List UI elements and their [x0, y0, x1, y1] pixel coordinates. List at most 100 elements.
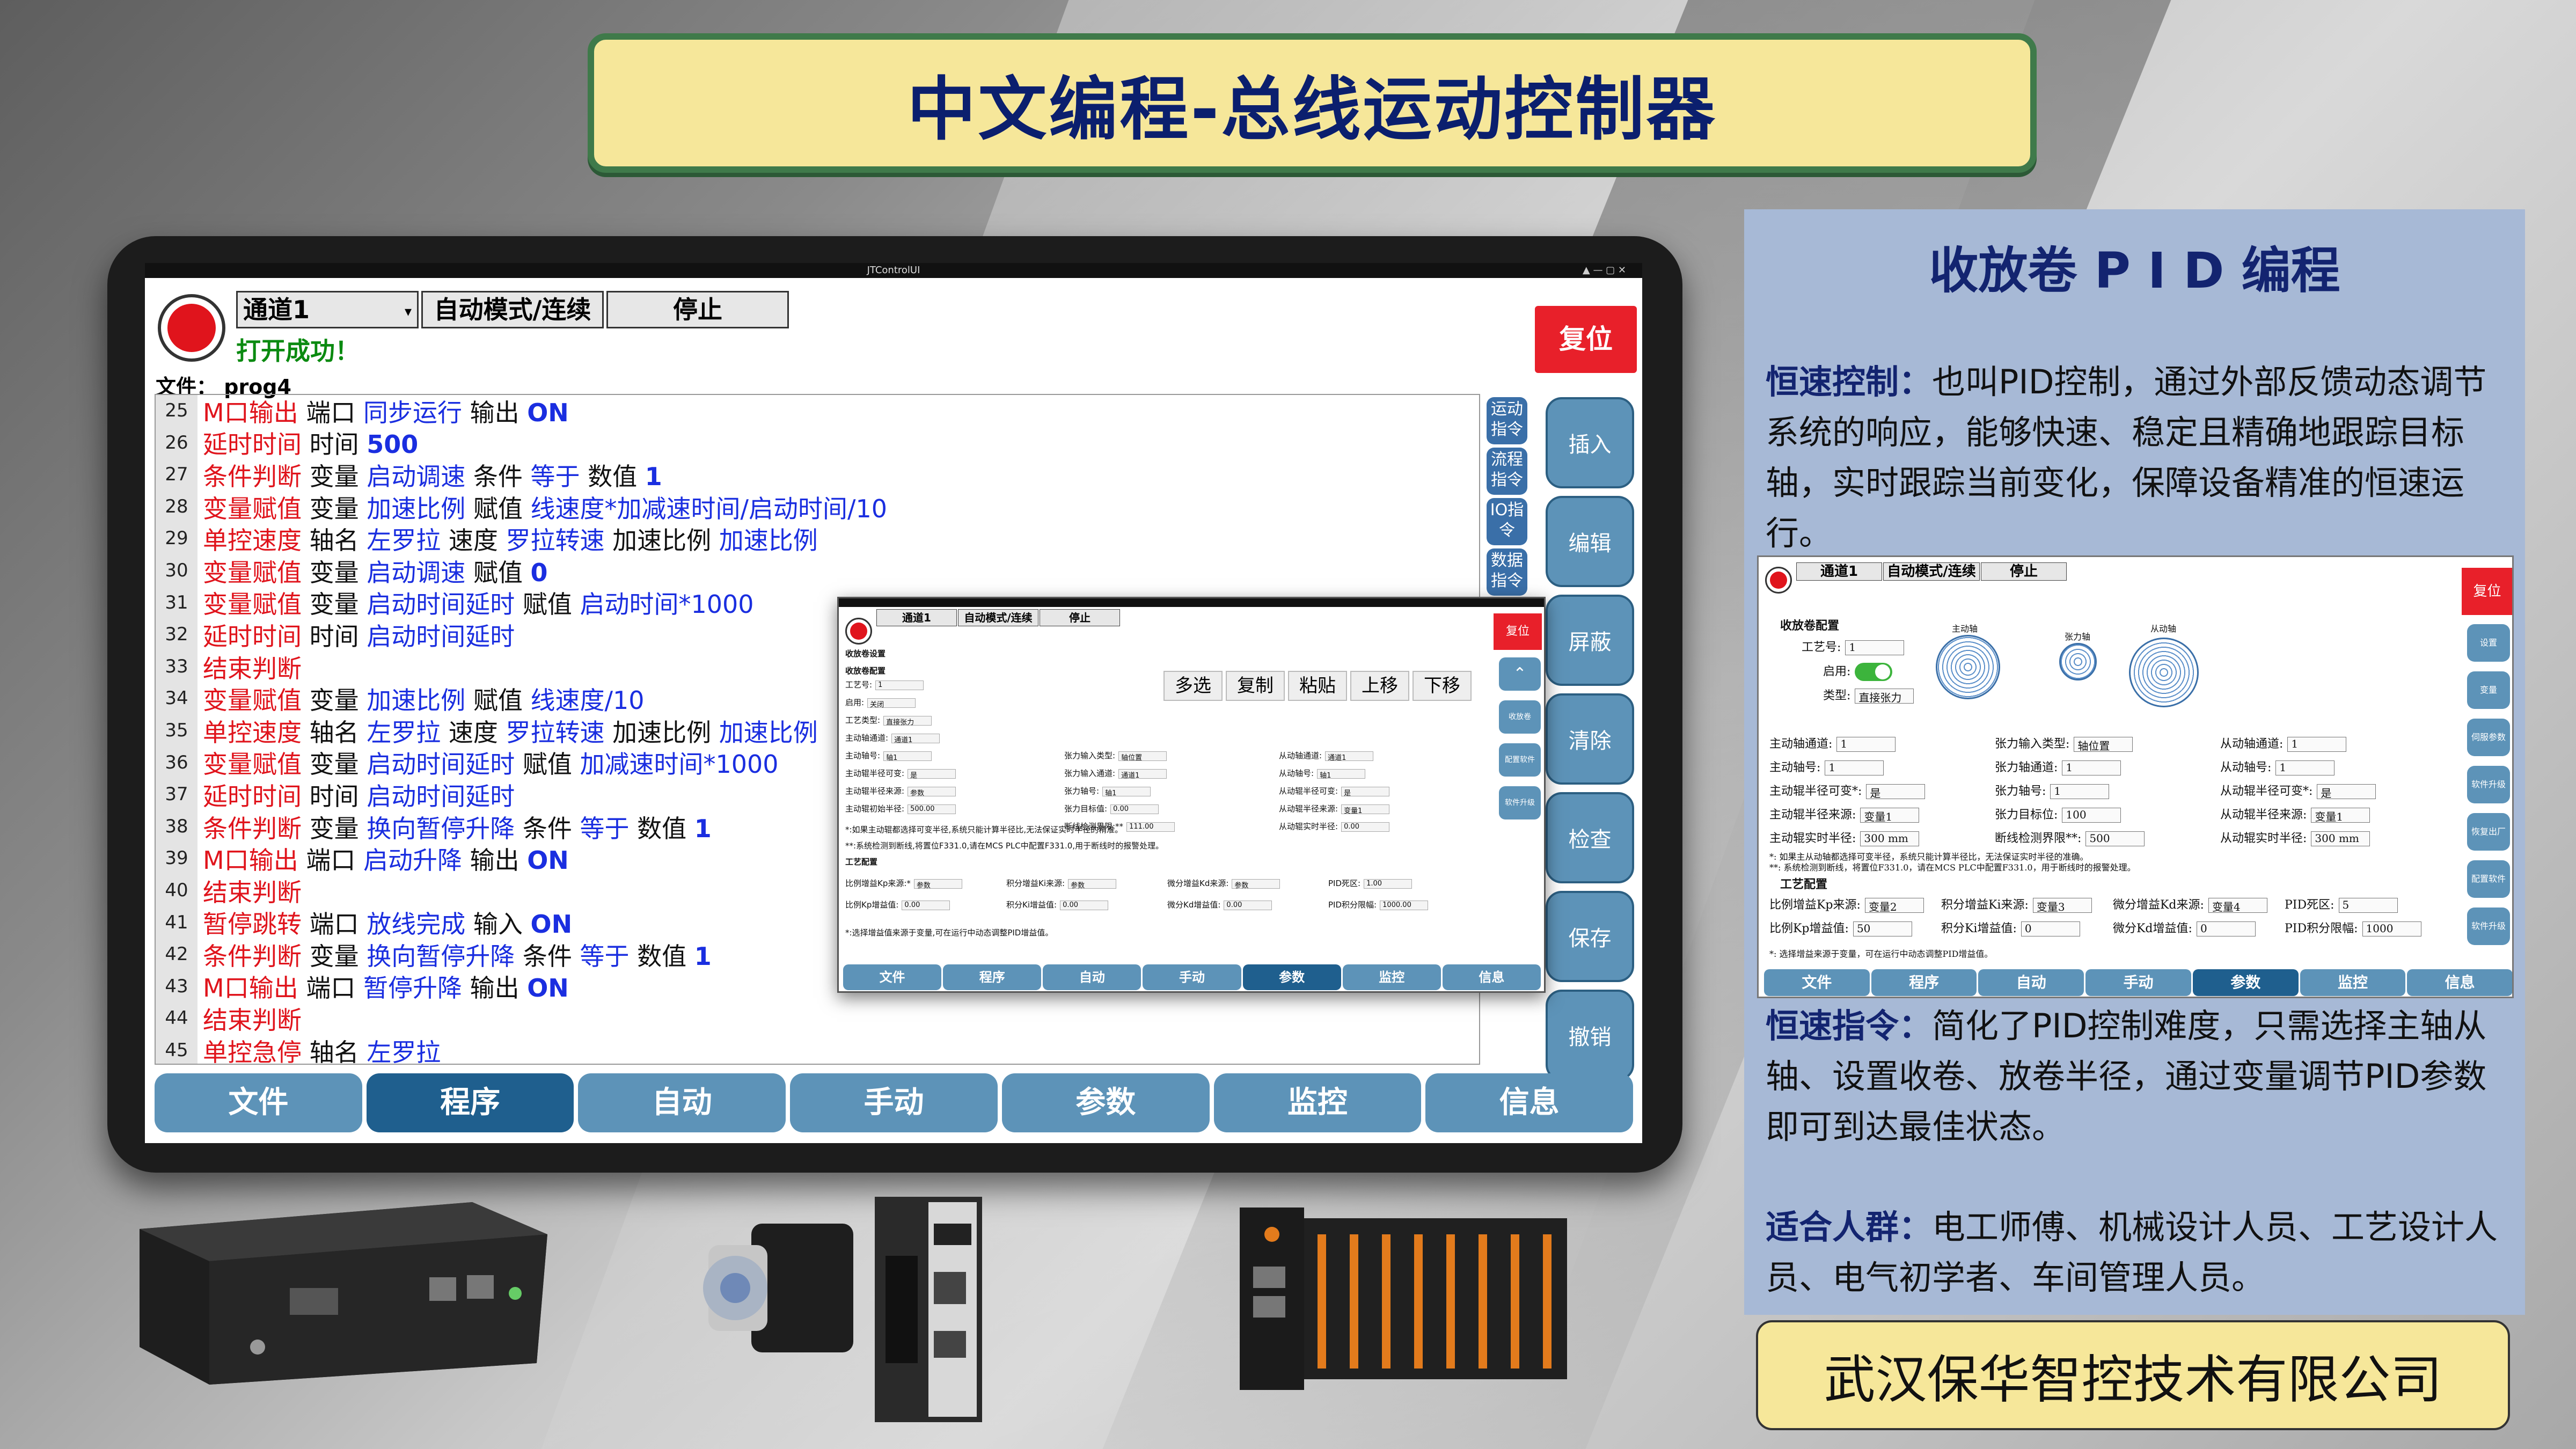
instruction-category-button[interactable]: 流程指令: [1487, 448, 1527, 495]
main-tab[interactable]: 参数: [1001, 1073, 1210, 1132]
record-status-icon[interactable]: [158, 294, 225, 362]
shot-side-button: 设置: [2467, 624, 2510, 662]
editor-action-button[interactable]: 编辑: [1546, 496, 1634, 587]
shot-section2: 工艺配置: [1780, 877, 1828, 891]
mini-right-row: 从动辊半径来源: 变量1: [1279, 803, 1390, 815]
code-line[interactable]: 45 单控急停 轴名 左罗拉: [156, 1034, 1479, 1065]
code-token: 变量赋值: [203, 590, 302, 619]
main-tab[interactable]: 程序: [366, 1073, 574, 1132]
instruction-category-button[interactable]: 数据指令: [1487, 548, 1527, 596]
channel-select[interactable]: 通道1 ▾: [236, 291, 419, 328]
editor-action-button[interactable]: 清除: [1546, 693, 1634, 785]
line-number: 45: [156, 1034, 197, 1064]
editor-action-button[interactable]: 屏蔽: [1546, 595, 1634, 686]
code-token: 结束判断: [203, 877, 302, 907]
shot-tab: 自动: [1978, 969, 2084, 996]
mini-reset-button: 复位: [1494, 613, 1542, 650]
code-line[interactable]: 25 M口输出 端口 同步运行 输出 ON: [156, 395, 1479, 427]
diagram-label-master: 主动轴: [1952, 624, 1978, 634]
shot-pid-value: 变量3: [2032, 898, 2092, 913]
mini-tab: 自动: [1043, 964, 1141, 990]
mini-pid-label: 微分增益Kd来源:: [1167, 879, 1229, 888]
code-line[interactable]: 27 条件判断 变量 启动调速 条件 等于 数值 1: [156, 459, 1479, 491]
mini-mid-value: 轴1: [1102, 786, 1151, 797]
instruction-category-button[interactable]: 运动指令: [1487, 397, 1527, 444]
shot-pid-row: PID死区: 5: [2285, 895, 2398, 913]
shot-side-button: 变量: [2467, 671, 2510, 709]
line-number: 36: [156, 747, 197, 779]
code-line[interactable]: 30 变量赋值 变量 启动调速 赋值 0: [156, 554, 1479, 587]
main-tab[interactable]: 信息: [1425, 1073, 1634, 1132]
code-token: 延时时间: [203, 430, 302, 459]
main-tab[interactable]: 自动: [578, 1073, 786, 1132]
editor-action-button[interactable]: 保存: [1546, 891, 1634, 982]
mini-right-row: 从动轴号: 轴1: [1279, 767, 1366, 780]
editor-action-button[interactable]: 插入: [1546, 397, 1634, 488]
main-tab[interactable]: 监控: [1213, 1073, 1422, 1132]
mini-tab: 监控: [1342, 964, 1441, 990]
servo-drive-image: [875, 1197, 982, 1422]
code-line[interactable]: 29 单控速度 轴名 左罗拉 速度 罗拉转速 加速比例 加速比例: [156, 523, 1479, 555]
shot-right-value: 1: [2287, 737, 2347, 752]
channel-value: 通道1: [243, 295, 310, 324]
edit-tool-button[interactable]: 复制: [1226, 671, 1285, 701]
shot-pid-row: 积分Ki增益值: 0: [1941, 919, 2080, 936]
code-token: 条件: [465, 462, 531, 491]
line-content: 延时时间 时间 启动时间延时: [197, 617, 515, 653]
code-token: 变量: [302, 590, 367, 619]
code-line[interactable]: 28 变量赋值 变量 加速比例 赋值 线速度*加减速时间/启动时间/10: [156, 491, 1479, 523]
shot-pid-label: PID积分限幅:: [2285, 922, 2358, 935]
code-token: 数值: [629, 814, 694, 843]
code-token: 启动时间*1000: [580, 590, 754, 619]
code-token: 条件: [515, 814, 580, 843]
edit-tool-button[interactable]: 下移: [1413, 671, 1472, 701]
mode-display[interactable]: 自动模式/连续: [421, 291, 604, 328]
mini-right-label: 从动辊半径可变:: [1279, 786, 1338, 796]
edit-tool-button[interactable]: 多选: [1163, 671, 1223, 701]
line-number: 29: [156, 523, 197, 555]
code-token: 加减速时间*1000: [580, 750, 779, 779]
shot-right-label: 从动辊半径来源:: [2220, 808, 2307, 822]
info-panel: 收放卷 P I D 编程 恒速控制：也叫PID控制，通过外部反馈动态调节系统的响…: [1744, 209, 2525, 1315]
mini-pid-label: 比例Kp增益值:: [845, 900, 899, 910]
reset-button[interactable]: 复位: [1535, 306, 1637, 373]
code-token: 等于: [580, 814, 630, 843]
shot-mode: 自动模式/连续: [1883, 562, 1980, 581]
editor-action-button[interactable]: 检查: [1546, 792, 1634, 883]
instruction-category-button[interactable]: IO指令: [1487, 498, 1527, 545]
shot-mid-value: 100: [2062, 808, 2121, 823]
stop-status[interactable]: 停止: [606, 291, 789, 328]
shot-type-row: 类型: 直接张力: [1823, 686, 1914, 704]
code-token: 数值: [629, 941, 694, 971]
code-token: 换向暂停升降: [367, 814, 515, 843]
shot-pid-row: 比例Kp增益值: 50: [1769, 919, 1912, 936]
code-token: 1: [694, 814, 712, 843]
mini-left-value: 直接张力: [883, 715, 932, 727]
main-tab[interactable]: 手动: [790, 1073, 998, 1132]
edit-tool-button[interactable]: 上移: [1350, 671, 1409, 701]
mini-left-label: 启用:: [845, 698, 865, 707]
editor-action-button[interactable]: 撤销: [1546, 990, 1634, 1081]
code-line[interactable]: 26 延时时间 时间 500: [156, 427, 1479, 459]
code-token: 单控急停: [203, 1037, 302, 1065]
mini-left-label: 工艺类型:: [845, 715, 881, 725]
edit-tool-button[interactable]: 粘贴: [1288, 671, 1347, 701]
code-token: 等于: [530, 462, 580, 491]
line-number: 34: [156, 683, 197, 715]
window-controls[interactable]: ▲ — ▢ ✕: [1583, 263, 1626, 278]
main-tab[interactable]: 文件: [155, 1073, 362, 1132]
mini-mid-row: 张力目标值: 0.00: [1064, 803, 1159, 814]
shot-enable-row: 启用:: [1823, 662, 1893, 681]
code-line[interactable]: 44 结束判断: [156, 1002, 1479, 1035]
mini-note1: *:如果主动辊都选择可变半径,系统只能计算半径比,无法保证实时半径的精准。: [845, 825, 1123, 835]
code-token: 启动调速: [367, 462, 466, 491]
code-token: 单控速度: [203, 526, 302, 555]
mini-left-row: 主动辊初始半径: 500.00: [845, 803, 956, 814]
shot-pid-label: 积分增益Ki来源:: [1941, 898, 2029, 912]
line-content: 结束判断: [197, 649, 302, 685]
mini-section1: 收放卷设置: [845, 649, 886, 658]
code-token: 条件判断: [203, 941, 302, 971]
code-token: 0: [530, 558, 548, 587]
line-content: 变量赋值 变量 加速比例 赋值 线速度*加减速时间/启动时间/10: [197, 489, 887, 525]
code-token: 变量赋值: [203, 494, 302, 523]
